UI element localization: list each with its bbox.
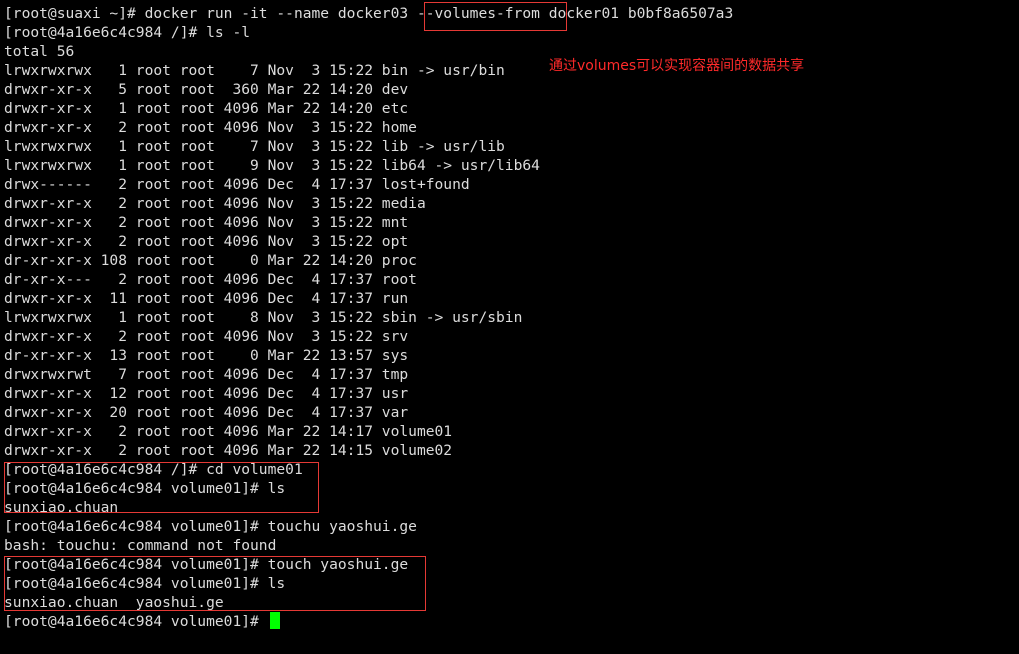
highlight-touch-ls-block	[4, 556, 426, 611]
prompt-text: [root@4a16e6c4c984 volume01]#	[4, 613, 268, 630]
terminal-line: dr-xr-xr-x 13 root root 0 Mar 22 13:57 s…	[4, 347, 409, 364]
highlight-volumes-from-flag	[424, 2, 567, 31]
terminal-line: drwxr-xr-x 2 root root 4096 Nov 3 15:22 …	[4, 195, 426, 212]
terminal-prompt-line[interactable]: [root@4a16e6c4c984 volume01]#	[4, 612, 280, 631]
terminal-line: drwxr-xr-x 2 root root 4096 Nov 3 15:22 …	[4, 328, 409, 345]
terminal-line: [root@suaxi ~]# docker run -it --name do…	[4, 5, 734, 22]
terminal-line: drwxr-xr-x 2 root root 4096 Mar 22 14:17…	[4, 423, 453, 440]
terminal-line: dr-xr-xr-x 108 root root 0 Mar 22 14:20 …	[4, 252, 417, 269]
terminal-line: total 56	[4, 43, 75, 60]
terminal-line: drwxr-xr-x 5 root root 360 Mar 22 14:20 …	[4, 81, 409, 98]
terminal-line: drwxr-xr-x 2 root root 4096 Nov 3 15:22 …	[4, 233, 409, 250]
terminal-line: drwxrwxrwt 7 root root 4096 Dec 4 17:37 …	[4, 366, 409, 383]
terminal-line: lrwxrwxrwx 1 root root 7 Nov 3 15:22 bin…	[4, 62, 505, 79]
terminal-line: drwxr-xr-x 12 root root 4096 Dec 4 17:37…	[4, 385, 409, 402]
terminal-line: drwxr-xr-x 1 root root 4096 Mar 22 14:20…	[4, 100, 409, 117]
terminal-line: drwxr-xr-x 2 root root 4096 Nov 3 15:22 …	[4, 119, 417, 136]
terminal-line: drwx------ 2 root root 4096 Dec 4 17:37 …	[4, 176, 470, 193]
terminal-line: lrwxrwxrwx 1 root root 9 Nov 3 15:22 lib…	[4, 157, 540, 174]
terminal-line: lrwxrwxrwx 1 root root 7 Nov 3 15:22 lib…	[4, 138, 505, 155]
terminal-window[interactable]: [root@suaxi ~]# docker run -it --name do…	[0, 0, 1019, 654]
terminal-line: drwxr-xr-x 20 root root 4096 Dec 4 17:37…	[4, 404, 409, 421]
terminal-line: drwxr-xr-x 2 root root 4096 Nov 3 15:22 …	[4, 214, 409, 231]
terminal-line: lrwxrwxrwx 1 root root 8 Nov 3 15:22 sbi…	[4, 309, 523, 326]
terminal-line: [root@4a16e6c4c984 volume01]# touchu yao…	[4, 518, 417, 535]
terminal-cursor	[269, 612, 280, 629]
terminal-line: drwxr-xr-x 2 root root 4096 Mar 22 14:15…	[4, 442, 453, 459]
highlight-cd-volume01-block	[4, 462, 319, 513]
terminal-line: dr-xr-x--- 2 root root 4096 Dec 4 17:37 …	[4, 271, 417, 288]
terminal-line: bash: touchu: command not found	[4, 537, 277, 554]
terminal-line: drwxr-xr-x 11 root root 4096 Dec 4 17:37…	[4, 290, 409, 307]
annotation-note: 通过volumes可以实现容器间的数据共享	[549, 58, 805, 74]
terminal-line: [root@4a16e6c4c984 /]# ls -l	[4, 24, 251, 41]
